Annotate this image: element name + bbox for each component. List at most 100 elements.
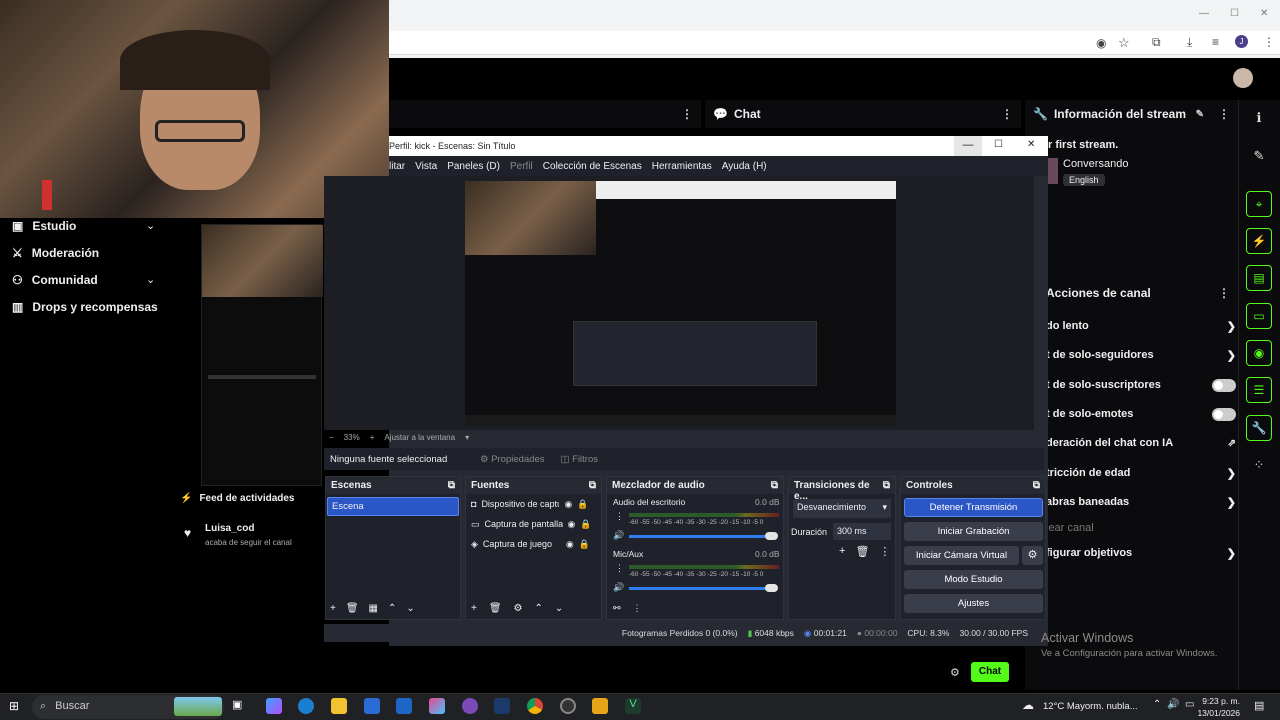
scene-item[interactable]: Escena	[327, 497, 459, 516]
link-icon[interactable]: ⚯	[613, 603, 621, 614]
chat-settings-icon[interactable]: ⚙	[950, 666, 960, 679]
more-icon[interactable]: ⋮	[1001, 107, 1013, 121]
obs-close-icon[interactable]: ✕	[1027, 139, 1035, 150]
more-icon[interactable]: ⋮	[1218, 286, 1230, 300]
action-goals[interactable]: figurar objetivos ❯	[1046, 543, 1236, 563]
action-clear-chat[interactable]: lear canal	[1046, 518, 1236, 538]
filters-button[interactable]: ◫ Filtros	[561, 454, 599, 465]
down-icon[interactable]: ⌄	[555, 603, 563, 614]
filter-icon[interactable]: ▦	[369, 603, 378, 614]
action-ai-moderation[interactable]: deración del chat con IA ⇗	[1046, 433, 1236, 453]
menu-edit[interactable]: litar	[389, 161, 405, 172]
action-slow-mode[interactable]: do lento ❯	[1046, 316, 1236, 336]
menu-tools[interactable]: Herramientas	[652, 161, 712, 172]
action-followers-only[interactable]: t de solo-seguidores ❯	[1046, 345, 1236, 365]
more-icon[interactable]: ⋮	[615, 511, 624, 522]
lock-icon[interactable]: 🔒	[579, 539, 590, 550]
action-age-restriction[interactable]: tricción de edad ❯	[1046, 463, 1236, 483]
lock-icon[interactable]: 🔒	[577, 499, 588, 510]
copilot-icon[interactable]	[266, 698, 282, 714]
list-icon[interactable]: ☰	[1246, 377, 1272, 403]
stop-stream-button[interactable]: Detener Transmisión	[904, 498, 1043, 517]
down-icon[interactable]: ⌄	[406, 603, 414, 614]
action-emotes-only[interactable]: t de solo-emotes	[1046, 404, 1236, 424]
outlook-icon[interactable]	[396, 698, 412, 714]
source-item[interactable]: ▭ Captura de pantalla ◉ 🔒	[466, 514, 601, 534]
volume-knob[interactable]	[765, 532, 778, 540]
app-r-icon[interactable]	[592, 698, 608, 714]
chevron-down-icon[interactable]: ▾	[465, 433, 469, 442]
menu-scene-collection[interactable]: Colección de Escenas	[543, 161, 642, 172]
volume-slider[interactable]	[629, 535, 771, 538]
fit-window[interactable]: Ajustar a la ventana	[384, 433, 455, 442]
action-subscribers-only[interactable]: t de solo-suscriptores	[1046, 375, 1236, 395]
more-icon[interactable]: ⋮	[615, 563, 624, 574]
menu-profile[interactable]: Perfil	[510, 161, 533, 172]
chrome-icon[interactable]	[527, 698, 543, 714]
edge-icon[interactable]	[298, 698, 314, 714]
windows-start-icon[interactable]: ⊞	[9, 699, 19, 713]
dock-float-icon[interactable]: ⧉	[771, 480, 778, 491]
up-icon[interactable]: ⌃	[535, 603, 543, 614]
star-icon[interactable]: ☆	[1118, 35, 1130, 51]
nav-item-studio[interactable]: ▣ Estudio	[12, 219, 76, 233]
minimize-icon[interactable]: —	[1199, 8, 1209, 19]
chevron-down-icon[interactable]: ⌄	[146, 219, 155, 232]
menu-icon[interactable]: ⋮	[1263, 35, 1275, 49]
steam-icon[interactable]	[494, 698, 510, 714]
eye-icon[interactable]: ◉	[568, 519, 576, 530]
chevron-down-icon[interactable]: ⌄	[146, 273, 155, 286]
feed-user[interactable]: Luisa_cod	[205, 523, 254, 534]
lock-icon[interactable]: 🔒	[580, 519, 591, 530]
edit-icon[interactable]: ✎	[1196, 109, 1204, 120]
nav-item-moderation[interactable]: ⚔ Moderación	[12, 246, 99, 260]
file-explorer-icon[interactable]	[331, 698, 347, 714]
dock-float-icon[interactable]: ⧉	[448, 480, 455, 491]
menu-view[interactable]: Vista	[415, 161, 437, 172]
trash-icon[interactable]: 🗑	[346, 603, 359, 614]
download-icon[interactable]: ⤓	[1187, 35, 1192, 50]
store-icon[interactable]	[364, 698, 380, 714]
properties-button[interactable]: ⚙ Propiedades	[480, 454, 545, 465]
weather-text[interactable]: 12°C Mayorm. nubla...	[1043, 701, 1138, 712]
more-icon[interactable]: ⋮	[879, 545, 890, 558]
notification-icon[interactable]: ▤	[1254, 699, 1264, 712]
maximize-icon[interactable]: ☐	[1230, 8, 1239, 19]
media-icon[interactable]: ≡	[1212, 35, 1219, 49]
avatar[interactable]	[1233, 68, 1253, 88]
subscribers-only-toggle[interactable]	[1212, 378, 1236, 392]
menu-docks[interactable]: Paneles (D)	[447, 161, 500, 172]
nav-item-drops[interactable]: ▥ Drops y recompensas	[12, 300, 158, 314]
volume-icon[interactable]: 🔊	[1167, 699, 1179, 710]
add-icon[interactable]: +	[330, 603, 336, 614]
more-icon[interactable]: ⋮	[681, 107, 693, 121]
extensions-icon[interactable]: ⧉	[1152, 35, 1161, 50]
clipboard-icon[interactable]: ▤	[1246, 265, 1272, 291]
weather-icon[interactable]: ☁	[1022, 698, 1034, 712]
messenger-icon[interactable]	[462, 698, 478, 714]
dock-float-icon[interactable]: ⧉	[1033, 480, 1040, 491]
clock-time[interactable]: 9:23 p. m.	[1200, 696, 1240, 706]
eye-off-icon[interactable]: ◉	[1096, 36, 1106, 50]
dock-float-icon[interactable]: ⧉	[589, 480, 596, 491]
clock-date[interactable]: 13/01/2026	[1196, 708, 1240, 718]
more-icon[interactable]: ⋮	[1218, 107, 1230, 121]
pencil-icon[interactable]: ✎	[1246, 143, 1272, 169]
volume-knob[interactable]	[765, 584, 778, 592]
trash-icon[interactable]: 🗑	[489, 603, 502, 614]
trash-icon[interactable]: 🗑	[855, 545, 869, 558]
chat-bubble-icon[interactable]: ▭	[1246, 303, 1272, 329]
obs-preview[interactable]	[324, 176, 1034, 430]
task-view-icon[interactable]: ▣	[232, 698, 248, 714]
obs-icon[interactable]	[560, 698, 576, 714]
wrench-icon[interactable]: 🔧	[1246, 415, 1272, 441]
address-bar[interactable]	[389, 31, 1280, 55]
up-icon[interactable]: ⌃	[388, 603, 396, 614]
duration-input[interactable]: 300 ms	[833, 523, 891, 540]
add-icon[interactable]: +	[471, 603, 477, 614]
gear-icon[interactable]: ⚙	[514, 603, 523, 614]
add-icon[interactable]: +	[839, 545, 845, 558]
action-banned-words[interactable]: abras baneadas ❯	[1046, 492, 1236, 512]
speaker-icon[interactable]: 🔊	[613, 582, 624, 593]
volume-slider[interactable]	[629, 587, 771, 590]
